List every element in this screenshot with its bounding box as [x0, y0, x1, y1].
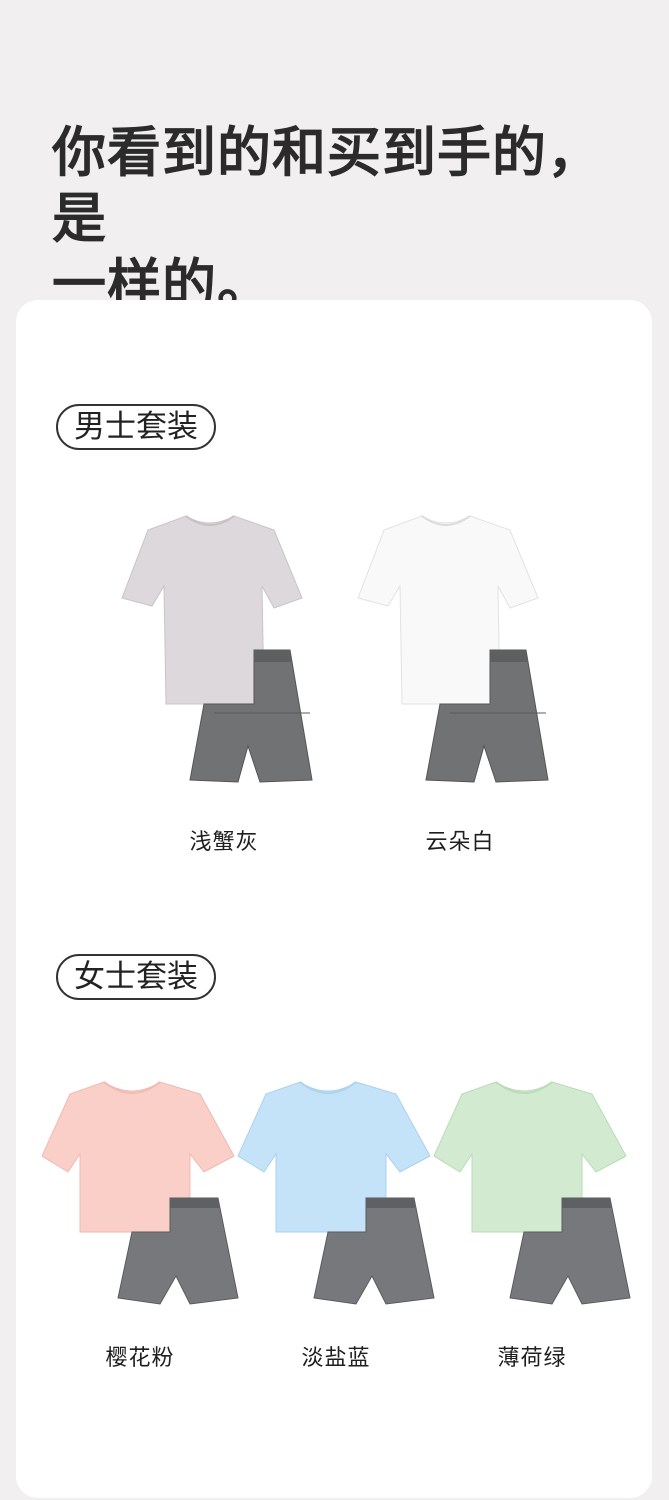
product-label: 樱花粉: [105, 1346, 175, 1371]
product-women-sakura-pink[interactable]: 樱花粉: [40, 1076, 240, 1396]
pajama-set-image: [41, 1081, 239, 1305]
product-label: 薄荷绿: [497, 1346, 567, 1371]
section-tag-women: 女士套装: [56, 954, 216, 1000]
pajama-set-image: [433, 1081, 631, 1305]
headline-line-1: 你看到的和买到手的，是: [52, 121, 602, 250]
product-women-salt-blue[interactable]: 淡盐蓝: [236, 1076, 436, 1396]
product-women-mint-green[interactable]: 薄荷绿: [432, 1076, 632, 1396]
pajama-set-image: [237, 1081, 435, 1305]
pajama-set-image: [357, 515, 549, 783]
section-tag-men: 男士套装: [56, 404, 216, 450]
pajama-set-image: [121, 515, 313, 783]
page-headline: 你看到的和买到手的，是 一样的。: [52, 120, 632, 318]
product-label: 云朵白: [425, 830, 495, 855]
product-card: 男士套装 浅蟹灰 云朵白 女士套装 樱花粉 淡盐蓝 薄荷绿: [16, 300, 652, 1498]
product-men-light-gray[interactable]: 浅蟹灰: [114, 508, 334, 868]
product-label: 淡盐蓝: [301, 1346, 371, 1371]
product-label: 浅蟹灰: [189, 830, 259, 855]
product-men-cloud-white[interactable]: 云朵白: [350, 508, 570, 868]
